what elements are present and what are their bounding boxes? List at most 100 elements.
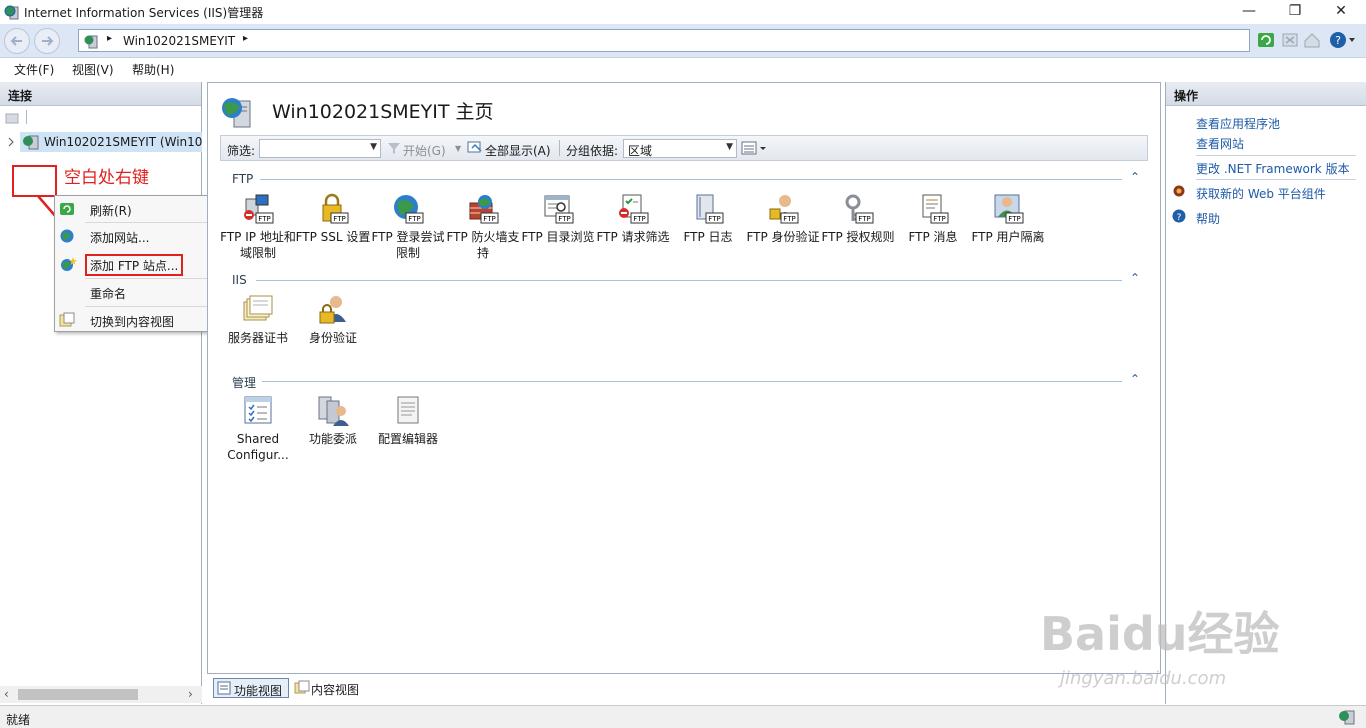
- scroll-left-icon[interactable]: ‹: [4, 687, 9, 701]
- server-home-icon: [222, 98, 251, 128]
- watermark: Baidu经验: [1040, 607, 1280, 661]
- dropdown-arrow-icon: ▼: [726, 142, 733, 152]
- minimize-button[interactable]: —: [1226, 0, 1272, 24]
- feature-label: FTP SSL 设置: [295, 230, 371, 244]
- feature-label: FTP 授权规则: [821, 230, 895, 244]
- scroll-thumb[interactable]: [18, 689, 138, 700]
- filter-input[interactable]: ▼: [259, 139, 381, 158]
- connect-icon[interactable]: [4, 110, 22, 126]
- section-iis-label: IIS: [232, 273, 247, 287]
- go-button[interactable]: 开始(G): [403, 142, 446, 159]
- tab-content-view[interactable]: 内容视图: [291, 678, 371, 698]
- collapse-icon[interactable]: ⌃: [1130, 271, 1140, 285]
- section-divider: [262, 381, 1122, 382]
- ftp-badge: FTP: [258, 215, 270, 223]
- breadcrumb-server[interactable]: Win102021SMEYIT: [123, 34, 235, 48]
- section-ftp-label: FTP: [232, 172, 254, 186]
- status-text: 就绪: [6, 713, 31, 727]
- tree-node-label: Win102021SMEYIT (Win102021SMEYIT\...): [44, 135, 202, 149]
- tab-features-view[interactable]: 功能视图: [213, 678, 289, 698]
- menu-file[interactable]: 文件(F): [14, 61, 54, 78]
- collapse-icon[interactable]: ⌃: [1130, 372, 1140, 386]
- config-editor-icon: [397, 396, 419, 424]
- actions-separator: [1196, 155, 1356, 156]
- feature-label: 功能委派: [308, 432, 357, 446]
- ctx-rename[interactable]: 重命名: [55, 280, 215, 304]
- ctx-switch-content-view[interactable]: 切换到内容视图: [55, 308, 215, 332]
- go-dropdown-icon[interactable]: ▼: [455, 144, 461, 153]
- page-title: Win102021SMEYIT 主页: [272, 101, 494, 123]
- restore-button[interactable]: ❐: [1272, 0, 1318, 24]
- action-view-app-pools[interactable]: 查看应用程序池: [1196, 115, 1280, 132]
- horizontal-scrollbar[interactable]: ‹ ›: [0, 686, 202, 703]
- ctx-add-website-label: 添加网站...: [90, 231, 150, 245]
- ctx-refresh-label: 刷新(R): [90, 204, 132, 218]
- scroll-right-icon[interactable]: ›: [188, 687, 193, 701]
- tree-node-server[interactable]: Win102021SMEYIT (Win102021SMEYIT\...): [20, 132, 202, 152]
- shared-config-icon: [244, 396, 272, 424]
- action-get-web-platform[interactable]: 获取新的 Web 平台组件: [1196, 185, 1326, 202]
- view-mode-icon[interactable]: [741, 140, 769, 156]
- menu-view[interactable]: 视图(V): [72, 61, 114, 78]
- ctx-refresh[interactable]: 刷新(R): [55, 197, 215, 221]
- feature-label: FTP IP 地址和域限制: [220, 230, 296, 260]
- section-divider: [256, 280, 1122, 281]
- close-button[interactable]: ✕: [1318, 0, 1364, 24]
- server-icon: [84, 35, 98, 49]
- refresh-icon: [60, 203, 74, 215]
- expand-chevron-icon[interactable]: [6, 137, 16, 147]
- address-bar: ▸ Win102021SMEYIT ▸ ?: [0, 24, 1366, 58]
- key-icon: FTP: [845, 194, 874, 224]
- certificate-icon: [243, 295, 273, 321]
- show-all-button[interactable]: 全部显示(A): [485, 142, 551, 159]
- section-divider: [260, 179, 1122, 180]
- toolbar-divider: [26, 110, 27, 124]
- section-iis[interactable]: IIS ⌃: [222, 271, 1142, 287]
- ftp-badge: FTP: [1008, 215, 1020, 223]
- content-view-icon: [294, 680, 310, 694]
- dropdown-arrow-icon: ▼: [370, 142, 377, 152]
- user-lock-icon: [319, 296, 346, 324]
- feature-label: 服务器证书: [227, 331, 288, 345]
- globe-icon: [60, 229, 74, 243]
- show-all-icon: [467, 141, 482, 153]
- action-help[interactable]: 帮助: [1196, 210, 1220, 227]
- features-view-icon: [217, 681, 231, 695]
- group-by-select[interactable]: 区域 ▼: [623, 139, 737, 158]
- group-by-value: 区域: [628, 144, 653, 158]
- ctx-separator: [85, 306, 213, 307]
- group-by-label: 分组依据:: [566, 144, 619, 158]
- feature-label: FTP 防火墙支持: [446, 230, 520, 260]
- forward-button[interactable]: [34, 28, 60, 54]
- filter-divider: [559, 140, 560, 156]
- ftp-badge: FTP: [858, 215, 870, 223]
- user-lock-icon: FTP: [769, 195, 799, 224]
- actions-header: 操作: [1166, 82, 1366, 106]
- request-filter-icon: FTP: [619, 194, 649, 224]
- help-dropdown-icon[interactable]: ?: [1328, 29, 1358, 51]
- stop-icon[interactable]: [1280, 29, 1300, 51]
- ctx-add-website[interactable]: 添加网站...: [55, 224, 215, 248]
- back-button[interactable]: [4, 28, 30, 54]
- action-view-sites[interactable]: 查看网站: [1196, 135, 1244, 152]
- refresh-icon[interactable]: [1256, 29, 1276, 51]
- window-title: Internet Information Services (IIS)管理器: [24, 6, 264, 20]
- breadcrumb-separator[interactable]: ▸: [107, 33, 112, 44]
- address-input[interactable]: ▸ Win102021SMEYIT ▸: [78, 29, 1250, 52]
- ctx-switch-content-view-label: 切换到内容视图: [90, 315, 175, 329]
- section-manage-label: 管理: [232, 376, 257, 390]
- ftp-badge: FTP: [633, 215, 645, 223]
- tab-content-view-label: 内容视图: [311, 683, 360, 697]
- collapse-icon[interactable]: ⌃: [1130, 170, 1140, 184]
- section-manage[interactable]: 管理 ⌃: [222, 372, 1142, 390]
- filter-label: 筛选:: [227, 144, 256, 158]
- watermark-url: jingyan.baidu.com: [1060, 668, 1227, 689]
- ftp-badge: FTP: [933, 215, 945, 223]
- action-change-dotnet-version[interactable]: 更改 .NET Framework 版本: [1196, 160, 1350, 177]
- breadcrumb-separator-end[interactable]: ▸: [243, 33, 248, 44]
- menu-help[interactable]: 帮助(H): [132, 61, 174, 78]
- ftp-badge: FTP: [333, 215, 345, 223]
- section-ftp[interactable]: FTP ⌃: [222, 170, 1142, 186]
- feature-label: FTP 目录浏览: [521, 230, 595, 244]
- home-icon[interactable]: [1302, 29, 1322, 51]
